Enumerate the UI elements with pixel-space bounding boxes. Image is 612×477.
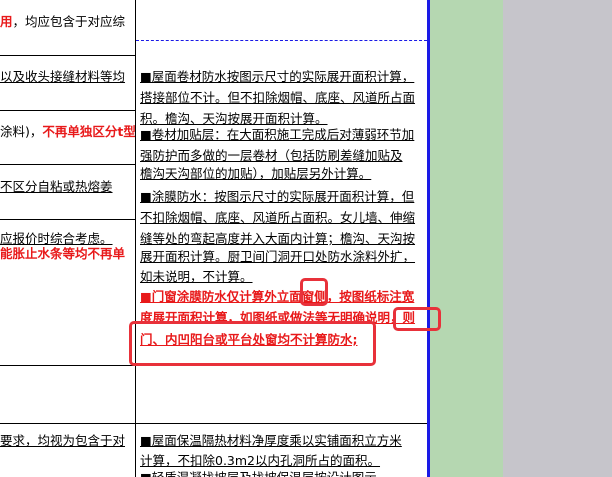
middle-column: ■屋面卷材防水按图示尺寸的实际展开面积计算， 搭接部位不计。但不扣除烟帽、底座、… xyxy=(136,0,428,477)
left-row-divider-5 xyxy=(0,365,136,366)
annotation-box-small xyxy=(300,278,328,306)
gray-background xyxy=(503,0,612,477)
coat-line-5: 如未说明，不计算。 xyxy=(140,269,253,284)
left-line-3: 涂料)，不再单独区分t型 xyxy=(0,121,135,140)
add-line-3: 檐沟天沟部位的加贴），加贴层另外计算。 xyxy=(140,166,372,181)
left-line-7: 要求，均视为包含于对 xyxy=(0,433,126,448)
left-line-6: 能胀止水条等均不再单 xyxy=(0,246,126,261)
left-line-4: 不区分自粘或热熔姜 xyxy=(0,179,113,194)
roof-line-2: 搭接部位不计。但不扣除烟帽、底座、风道所占面 xyxy=(140,90,416,105)
left-row-divider-2 xyxy=(0,110,136,111)
insul-line-1: ■屋面保温隔热材料净厚度乘以实铺面积立方米 xyxy=(140,433,402,448)
dashed-divider xyxy=(136,40,427,41)
coat-line-1: ■涂膜防水：按图示尺寸的实际展开面积计算，但 xyxy=(140,189,415,204)
add-line-1: ■卷材加贴层：在大面积施工完成后对薄弱环节加 xyxy=(140,127,415,142)
left-line-1-red: 用 xyxy=(0,14,13,29)
left-row-divider-3 xyxy=(0,164,136,165)
door-line-1: ■门窗涂膜防水仅计算外立面窗侧，按图纸标注宽 xyxy=(140,289,415,304)
row-divider-bottom xyxy=(0,423,428,424)
insul-line-3: ■轻质混凝找坡层及找坡保温层按设计图示 xyxy=(140,467,377,477)
left-line-1: 用，均应包含于对应综 xyxy=(0,11,125,30)
roof-line-1: ■屋面卷材防水按图示尺寸的实际展开面积计算， xyxy=(140,69,415,84)
left-row-divider-4 xyxy=(0,219,136,220)
coat-line-4: 展开面积计算。厨卫间门洞开口处防水涂料外扩， xyxy=(140,249,416,264)
left-column: 用，均应包含于对应综 以及收头接缝材料等均 涂料)，不再单独区分t型 不区分自粘… xyxy=(0,0,135,477)
left-row-divider-1 xyxy=(0,55,136,56)
annotation-box-large xyxy=(129,321,376,366)
green-column xyxy=(430,0,503,477)
left-line-2: 以及收头接缝材料等均 xyxy=(0,69,126,84)
coat-line-2: 不扣除烟帽、底座、风道所占面积。女儿墙、伸缩 xyxy=(140,210,416,225)
left-line-1-rest: ，均应包含于对应综 xyxy=(12,14,126,29)
left-line-3-black: 涂料)， xyxy=(0,124,43,139)
annotation-box-right xyxy=(393,307,441,331)
left-line-3-red: 不再单独区分t型 xyxy=(42,124,135,139)
column-divider xyxy=(135,0,136,477)
